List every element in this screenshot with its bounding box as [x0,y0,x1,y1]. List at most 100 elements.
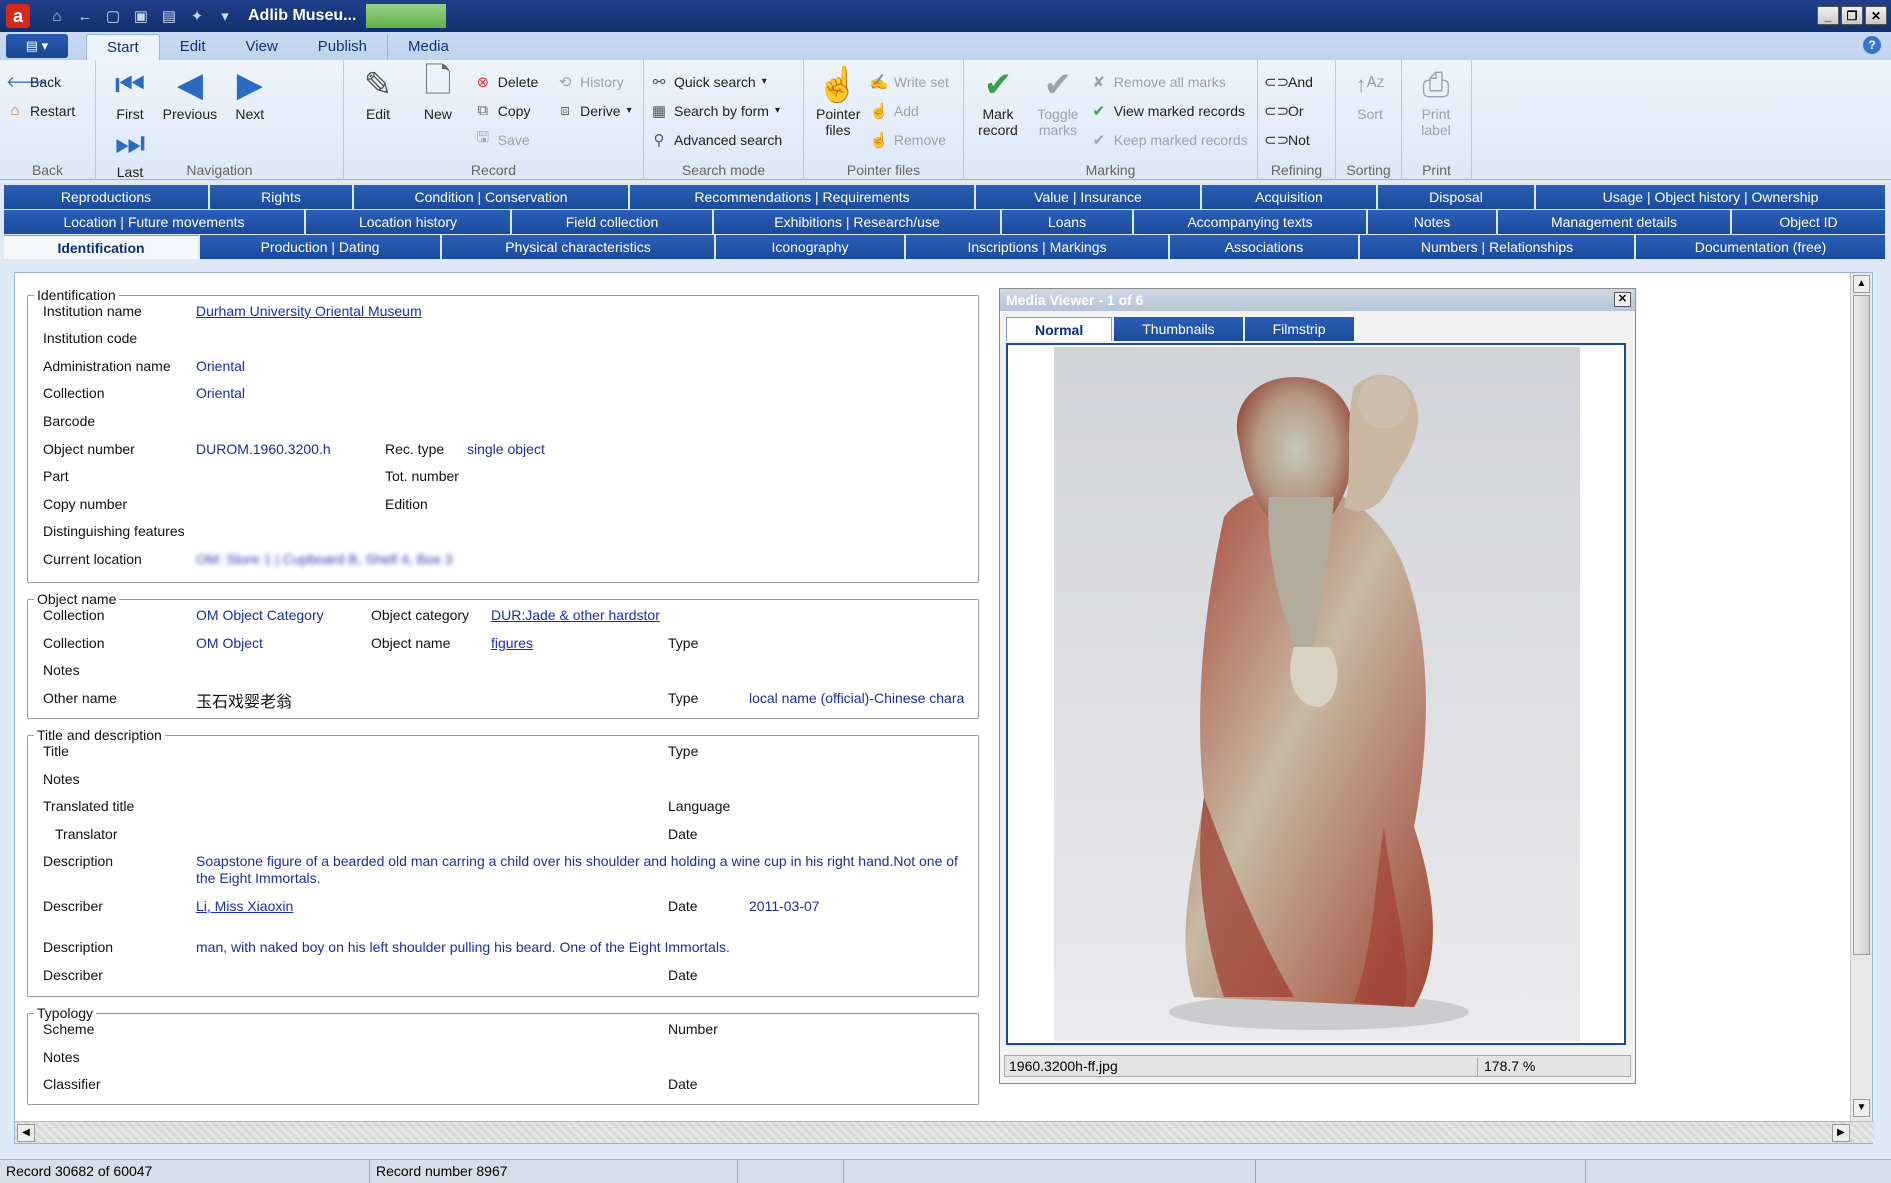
toggle-marks-button[interactable]: ✔ Toggle marks [1030,64,1086,138]
tab-accompanying-texts[interactable]: Accompanying texts [1134,210,1368,234]
other-name-type-value[interactable]: local name (official)-Chinese chara [749,690,975,706]
or-button[interactable]: ⊂⊃ Or [1264,99,1313,122]
next-button[interactable]: ▶ Next [222,64,278,122]
keep-marked-records-button[interactable]: ✔ Keep marked records [1090,128,1247,151]
new-record-icon[interactable]: ▢ [104,7,122,25]
sort-button[interactable]: ↑ᴬᶻ Sort [1342,64,1398,122]
ribbon-tab-start[interactable]: Start [86,34,160,60]
vertical-scrollbar[interactable]: ▲ ▼ [1850,273,1872,1121]
tab-inscriptions[interactable]: Inscriptions | Markings [906,235,1170,259]
ribbon-tab-publish[interactable]: Publish [298,34,387,60]
tab-usage[interactable]: Usage | Object history | Ownership [1536,185,1887,209]
restore-button[interactable]: ❐ [1841,6,1863,25]
tab-field-collection[interactable]: Field collection [512,210,714,234]
tab-recommendations[interactable]: Recommendations | Requirements [630,185,976,209]
tab-location-history[interactable]: Location history [306,210,512,234]
tab-identification[interactable]: Identification [4,235,200,259]
tab-documentation[interactable]: Documentation (free) [1636,235,1887,259]
tab-physical-characteristics[interactable]: Physical characteristics [442,235,716,259]
describer-date-value-1[interactable]: 2011-03-07 [749,898,820,914]
back-button[interactable]: 🡐 Back [6,70,75,93]
rec-type-value[interactable]: single object [467,441,545,457]
tab-associations[interactable]: Associations [1170,235,1360,259]
pointer-files-button[interactable]: ☝ Pointer files [810,64,866,138]
history-button[interactable]: ⟲ History [556,70,632,93]
tab-location[interactable]: Location | Future movements [4,210,306,234]
tab-rights[interactable]: Rights [210,185,354,209]
horizontal-scrollbar[interactable]: ◀ ▶ [15,1121,1874,1143]
ribbon-tab-view[interactable]: View [226,34,298,60]
remove-all-marks-button[interactable]: ✘ Remove all marks [1090,70,1248,93]
copy-button[interactable]: ⧉ Copy [474,99,538,122]
describer-value-1[interactable]: Li, Miss Xiaoxin [196,898,293,914]
tab-value-insurance[interactable]: Value | Insurance [976,185,1202,209]
other-name-value[interactable]: 玉石戏婴老翁 [196,688,292,712]
object-name-collection-value[interactable]: OM Object [196,635,263,651]
copy-icon[interactable]: ▣ [132,7,150,25]
tab-reproductions[interactable]: Reproductions [4,185,210,209]
sort-az-icon: ↑ᴬᶻ [1355,72,1385,97]
object-category-collection-value[interactable]: OM Object Category [196,607,324,623]
save-button[interactable]: 🖫 Save [474,128,538,151]
object-photo[interactable] [1054,347,1580,1041]
remove-pointer-button[interactable]: ☝ Remove [870,128,949,151]
close-button[interactable]: ✕ [1865,6,1887,25]
tab-condition[interactable]: Condition | Conservation [354,185,630,209]
scrollbar-thumb[interactable] [1853,295,1870,955]
object-number-value[interactable]: DUROM.1960.3200.h [196,441,331,457]
print-label-button[interactable]: ⎙ Print label [1408,64,1464,139]
collection-value[interactable]: Oriental [196,385,245,401]
media-tab-filmstrip[interactable]: Filmstrip [1244,317,1354,341]
tab-numbers-relationships[interactable]: Numbers | Relationships [1360,235,1636,259]
minimize-button[interactable]: _ [1817,6,1839,25]
tab-disposal[interactable]: Disposal [1378,185,1536,209]
object-category-value[interactable]: DUR:Jade & other hardstor [491,607,660,623]
delete-button[interactable]: ⊗ Delete [474,70,538,93]
write-set-button[interactable]: ✍ Write set [870,70,949,93]
application-menu-button[interactable]: ▤ ▾ [6,34,68,58]
add-pointer-button[interactable]: ☝ Add [870,99,949,122]
scroll-left-icon[interactable]: ◀ [17,1124,35,1142]
first-button[interactable]: ⏮ First [102,64,158,123]
tab-acquisition[interactable]: Acquisition [1202,185,1378,209]
search-by-form-button[interactable]: ▦ Search by form ▾ [650,99,782,122]
media-tab-normal[interactable]: Normal [1006,317,1113,341]
tab-production-dating[interactable]: Production | Dating [200,235,442,259]
and-button[interactable]: ⊂⊃ And [1264,70,1313,93]
tab-iconography[interactable]: Iconography [716,235,906,259]
not-button[interactable]: ⊂⊃ Not [1264,128,1313,151]
institution-name-value[interactable]: Durham University Oriental Museum [196,303,422,319]
current-location-value[interactable]: OM: Store 1 | Cupboard B, Shelf 4, Box 3 [196,551,453,567]
advanced-search-button[interactable]: ⚲ Advanced search [650,128,783,151]
ribbon-tab-edit[interactable]: Edit [160,34,226,60]
view-marked-records-button[interactable]: ✔ View marked records [1090,99,1248,122]
mark-record-button[interactable]: ✔ Mark record [970,64,1026,138]
chevron-down-icon: ▾ [626,105,632,116]
administration-name-value[interactable]: Oriental [196,358,245,374]
new-button[interactable]: 🗋 New [410,62,466,123]
scroll-right-icon[interactable]: ▶ [1832,1124,1850,1142]
media-viewer-close-icon[interactable]: ✕ [1614,292,1631,307]
quick-search-button[interactable]: ⚯ Quick search ▾ [650,70,782,93]
object-name-value[interactable]: figures [491,635,533,651]
save-icon[interactable]: ▤ [160,7,178,25]
dropdown-icon[interactable]: ▾ [216,7,234,25]
scroll-up-icon[interactable]: ▲ [1853,275,1870,293]
edit-button[interactable]: ✎ Edit [350,64,406,122]
previous-button[interactable]: ◀ Previous [162,64,218,122]
tab-management-details[interactable]: Management details [1498,210,1732,234]
tab-notes[interactable]: Notes [1368,210,1498,234]
home-icon[interactable]: ⌂ [48,8,66,25]
tab-object-id[interactable]: Object ID [1732,210,1887,234]
media-tab-thumbnails[interactable]: Thumbnails [1114,317,1243,341]
description-value-2[interactable]: man, with naked boy on his left shoulder… [196,939,730,955]
restart-button[interactable]: ⌂ Restart [6,99,75,122]
tab-exhibitions[interactable]: Exhibitions | Research/use [714,210,1002,234]
description-value-1[interactable]: Soapstone figure of a bearded old man ca… [196,853,972,887]
back-icon[interactable]: ← [76,8,94,25]
magic-icon[interactable]: ✦ [188,7,206,25]
derive-button[interactable]: ⧈ Derive ▾ [556,99,632,122]
scroll-down-icon[interactable]: ▼ [1853,1099,1870,1117]
tab-loans[interactable]: Loans [1002,210,1134,234]
help-icon[interactable]: ? [1863,36,1881,54]
